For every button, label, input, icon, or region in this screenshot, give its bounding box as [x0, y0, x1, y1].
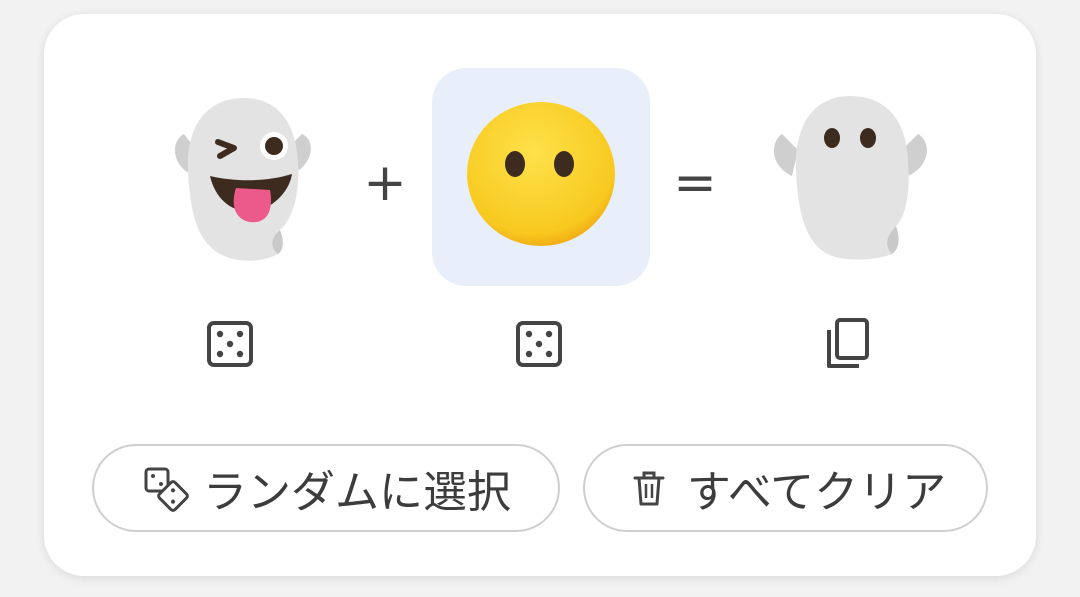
right-emoji-slot[interactable]: [432, 68, 650, 286]
clear-all-button[interactable]: すべてクリア: [583, 444, 988, 532]
trash-icon: [633, 471, 665, 506]
winking-tongue-ghost-icon: [174, 98, 311, 261]
copy-icon: [827, 318, 869, 368]
dice-pair-icon: [144, 467, 189, 512]
plus-symbol: +: [363, 153, 407, 213]
left-emoji-slot[interactable]: [132, 70, 350, 288]
clear-all-label: すべてクリア: [686, 467, 947, 518]
result-emoji-slot: [740, 70, 958, 288]
dice-icon: [516, 321, 562, 367]
left-dice-button[interactable]: [202, 316, 258, 372]
dice-icon: [207, 321, 253, 367]
emoji-kitchen-card: + = ランダムに選択 すべてクリア: [44, 14, 1036, 576]
equals-symbol: =: [673, 153, 717, 213]
plain-ghost-icon: [773, 96, 927, 260]
random-select-button[interactable]: ランダムに選択: [92, 444, 560, 532]
random-select-label: ランダムに選択: [203, 467, 511, 518]
right-dice-button[interactable]: [511, 316, 567, 372]
copy-result-button[interactable]: [820, 316, 876, 372]
no-mouth-face-icon: [467, 102, 615, 246]
